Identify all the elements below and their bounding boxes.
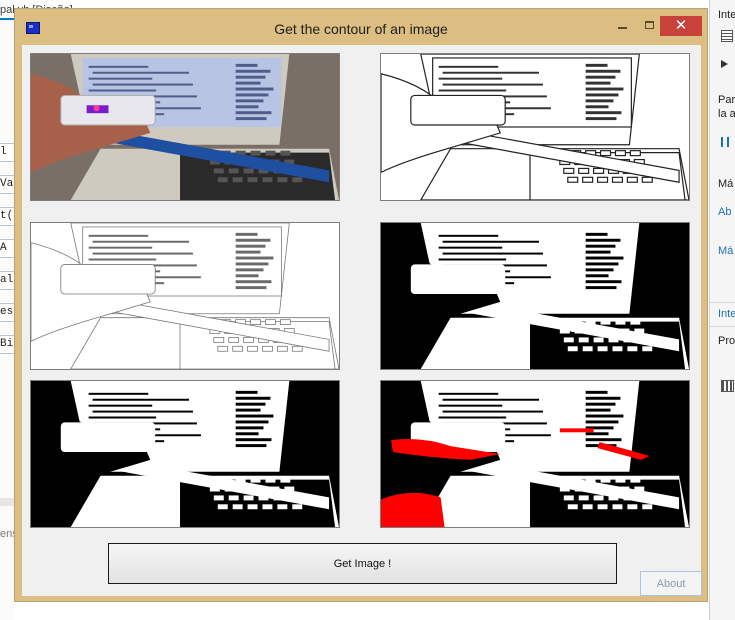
pause-icon[interactable] [721,137,729,147]
properties-grid-icon[interactable] [721,380,734,392]
ide-truncated-label: ens [0,528,14,540]
ide-splitter[interactable] [0,498,14,506]
ide-tab-accent [0,18,14,20]
ide-right-text: Par [718,94,735,106]
ide-code-line[interactable]: l [0,143,15,162]
list-icon[interactable] [721,30,733,42]
title-bar[interactable]: Get the contour of an image ✕ [15,9,707,37]
close-button[interactable]: ✕ [660,16,702,36]
play-icon[interactable] [721,60,728,68]
ide-code-line[interactable]: A [0,239,15,258]
window-title: Get the contour of an image [274,21,448,37]
ide-right-section[interactable]: Pro [718,335,735,347]
about-button[interactable]: About [640,571,702,596]
minimize-button[interactable] [609,17,635,35]
ide-code-line[interactable]: Val [0,175,15,194]
ide-right-header: Inte [718,9,735,21]
ide-right-text: la a [718,108,735,120]
ide-right-divider [710,302,735,303]
contour-highlight-image [380,380,690,528]
threshold-image [380,222,690,370]
ide-code-line[interactable]: al [0,271,15,290]
ide-code-line[interactable]: es [0,303,15,322]
ide-right-section[interactable]: Inte [718,308,735,320]
ide-code-line[interactable]: t(( [0,207,15,226]
ide-right-pane: Inte Par la a Má Ab Má Inte Pro [709,0,735,620]
binary-image [30,380,340,528]
ide-right-divider [710,326,735,327]
original-image [30,53,340,201]
edges-image [30,222,340,370]
form-client-area: Get Image ! About [22,45,702,596]
ide-right-label: Má [718,178,734,190]
ide-left-pane: pal.vb [Diseño] l Val t(( A al es Bit en… [0,0,73,620]
ide-code-line[interactable]: Bit [0,335,15,354]
get-image-button[interactable]: Get Image ! [108,543,617,584]
ide-right-link[interactable]: Ab [718,206,731,218]
sketch-image [380,53,690,201]
ide-right-link[interactable]: Má [718,245,733,257]
main-window: Get the contour of an image ✕ Get Image … [14,8,708,602]
